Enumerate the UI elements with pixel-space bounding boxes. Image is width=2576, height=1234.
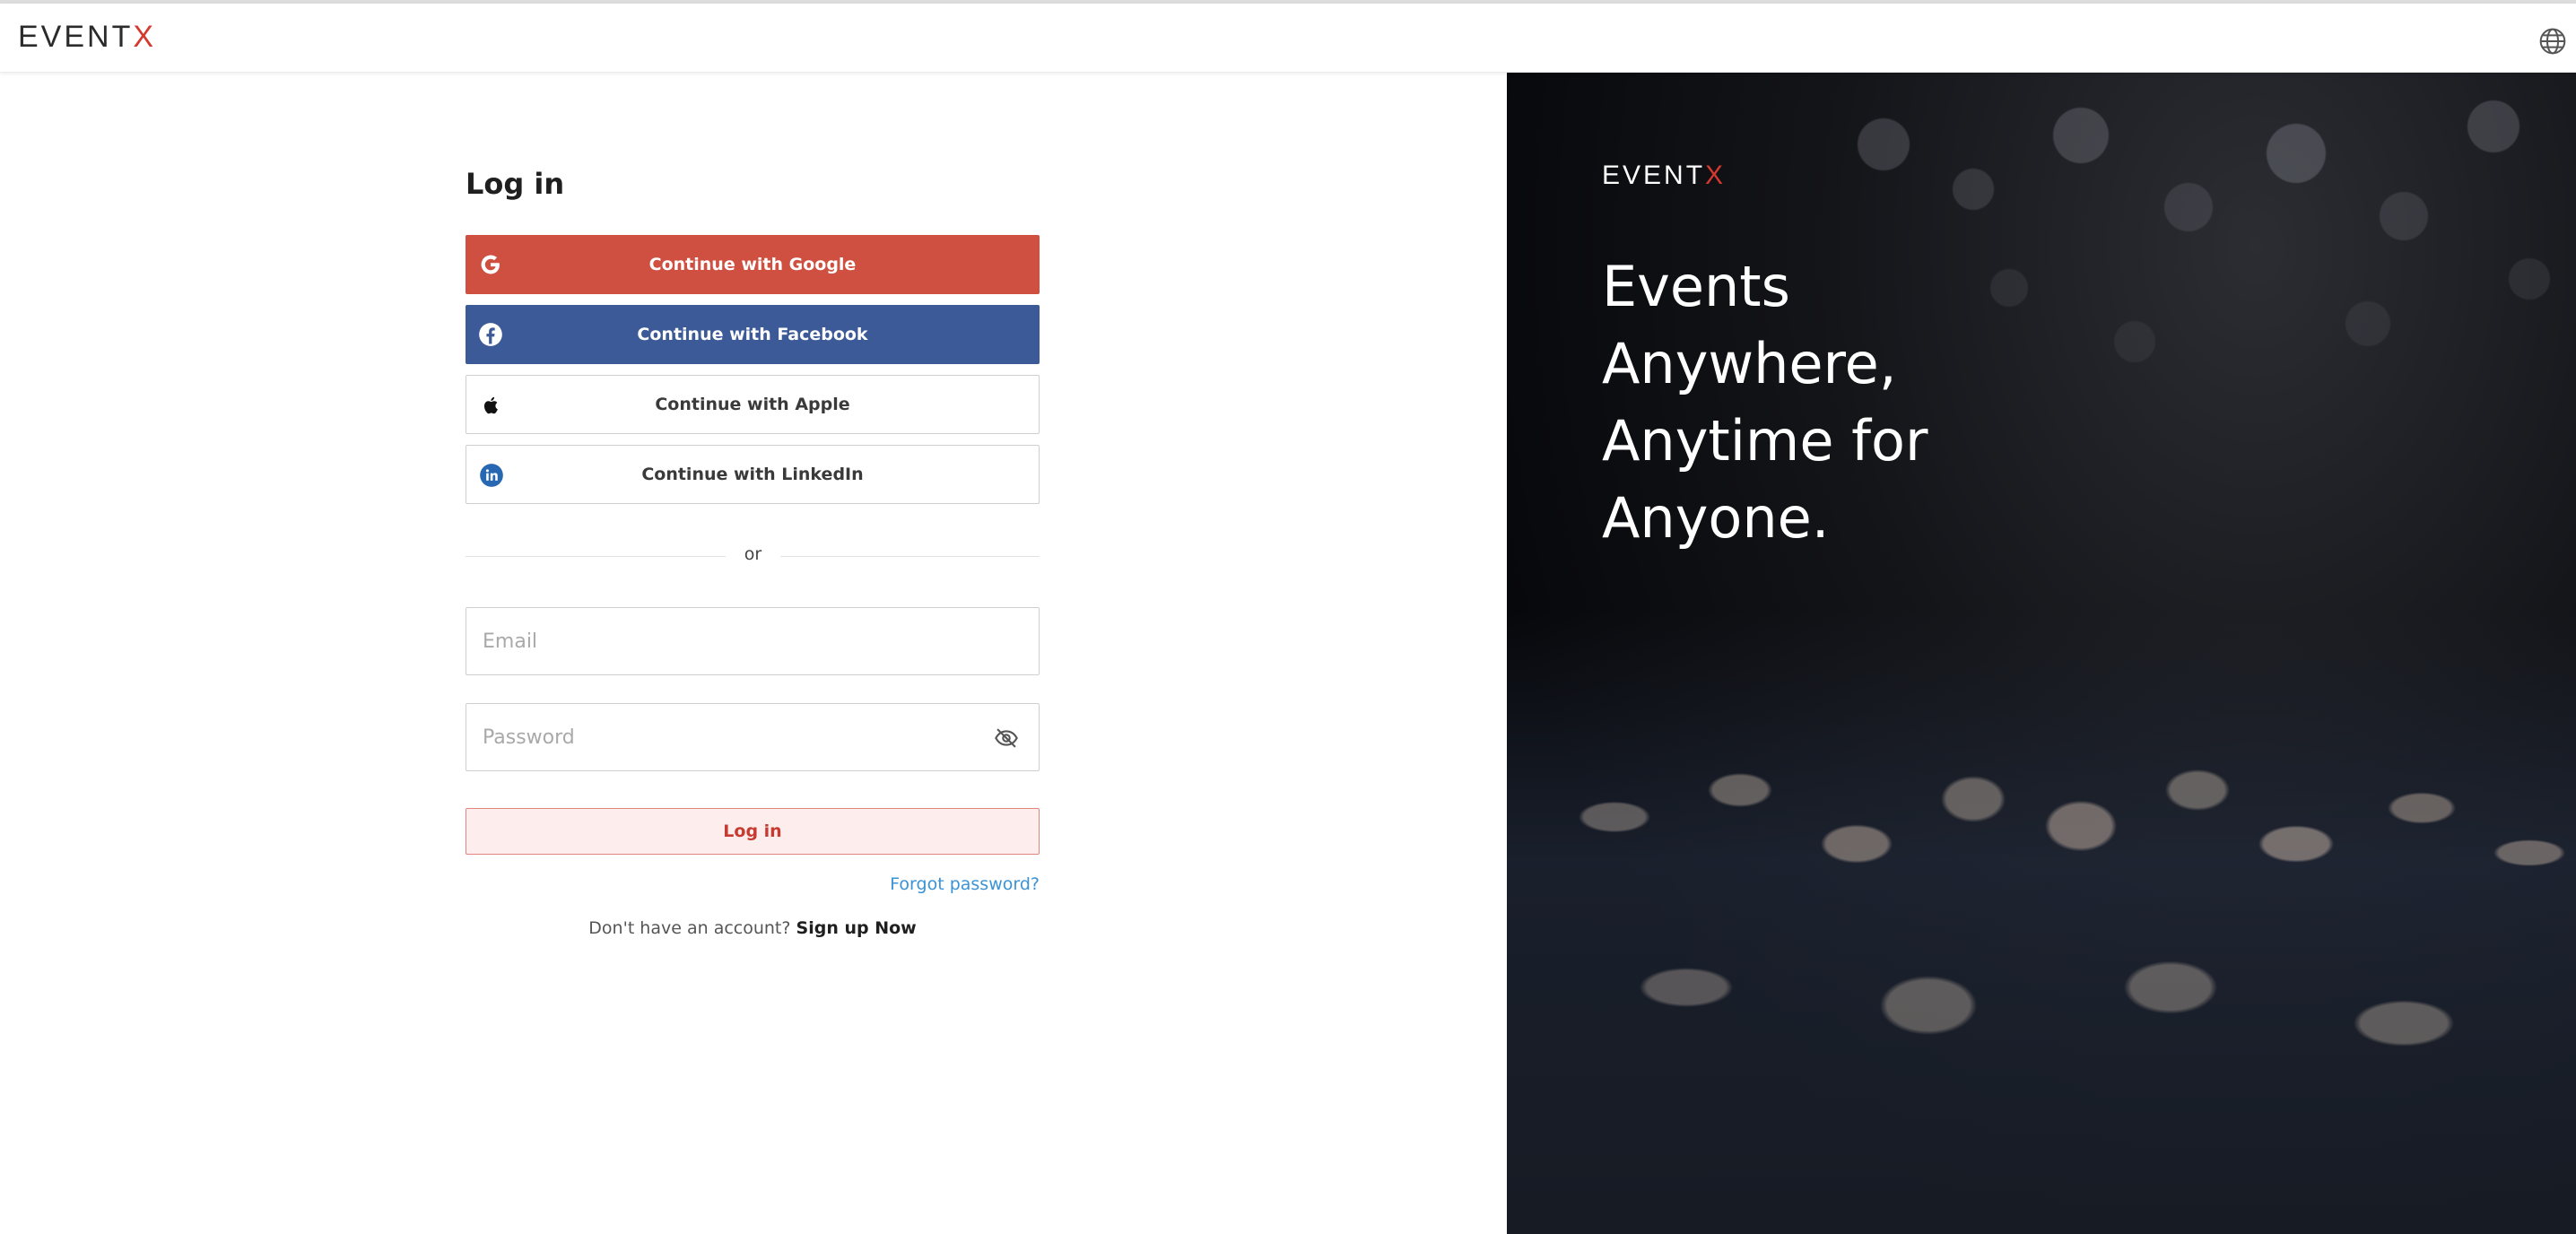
divider-line-left	[466, 556, 726, 557]
tagline-line: Events	[1602, 254, 1790, 319]
signup-link[interactable]: Sign up Now	[796, 918, 917, 938]
hero-logo-text: EVENT	[1602, 161, 1706, 190]
password-field[interactable]	[466, 703, 1040, 771]
hero-tagline: Events Anywhere, Anytime for Anyone.	[1602, 248, 2230, 557]
hero-audience-image	[1507, 611, 2576, 1234]
hero-logo: EVENTX	[1602, 161, 1726, 191]
apple-icon	[479, 393, 504, 418]
linkedin-login-button[interactable]: Continue with LinkedIn	[466, 445, 1040, 504]
tagline-line: Anytime for	[1602, 408, 1928, 474]
divider-line-right	[780, 556, 1040, 557]
logo-text: EVENT	[18, 20, 134, 54]
linkedin-icon	[479, 463, 504, 488]
logo-x: X	[133, 20, 157, 54]
hero-logo-x: X	[1705, 161, 1727, 190]
top-bar: EVENTX	[0, 4, 2576, 73]
linkedin-button-label: Continue with LinkedIn	[641, 465, 864, 484]
google-login-button[interactable]: Continue with Google	[466, 235, 1040, 294]
facebook-login-button[interactable]: Continue with Facebook	[466, 305, 1040, 364]
login-submit-button[interactable]: Log in	[466, 808, 1040, 855]
divider-or: or	[744, 544, 762, 564]
globe-icon[interactable]	[2538, 27, 2567, 56]
no-account-text: Don't have an account?	[588, 918, 791, 938]
email-field[interactable]	[466, 607, 1040, 675]
forgot-password-link[interactable]: Forgot password?	[860, 874, 1040, 894]
apple-button-label: Continue with Apple	[655, 395, 850, 414]
eventx-logo[interactable]: EVENTX	[18, 20, 156, 55]
google-button-label: Continue with Google	[648, 255, 857, 274]
hero-panel: EVENTX Events Anywhere, Anytime for Anyo…	[1507, 73, 2576, 1234]
email-input[interactable]	[466, 608, 1039, 674]
apple-login-button[interactable]: Continue with Apple	[466, 375, 1040, 434]
login-title: Log in	[466, 167, 565, 201]
password-input[interactable]	[466, 704, 1039, 770]
google-icon	[478, 252, 503, 277]
facebook-icon	[478, 322, 503, 347]
tagline-line: Anyone.	[1602, 485, 1830, 551]
tagline-line: Anywhere,	[1602, 331, 1897, 396]
facebook-button-label: Continue with Facebook	[637, 325, 868, 344]
eye-off-icon[interactable]	[992, 726, 1021, 751]
signup-row: Don't have an account? Sign up Now	[466, 918, 1040, 938]
